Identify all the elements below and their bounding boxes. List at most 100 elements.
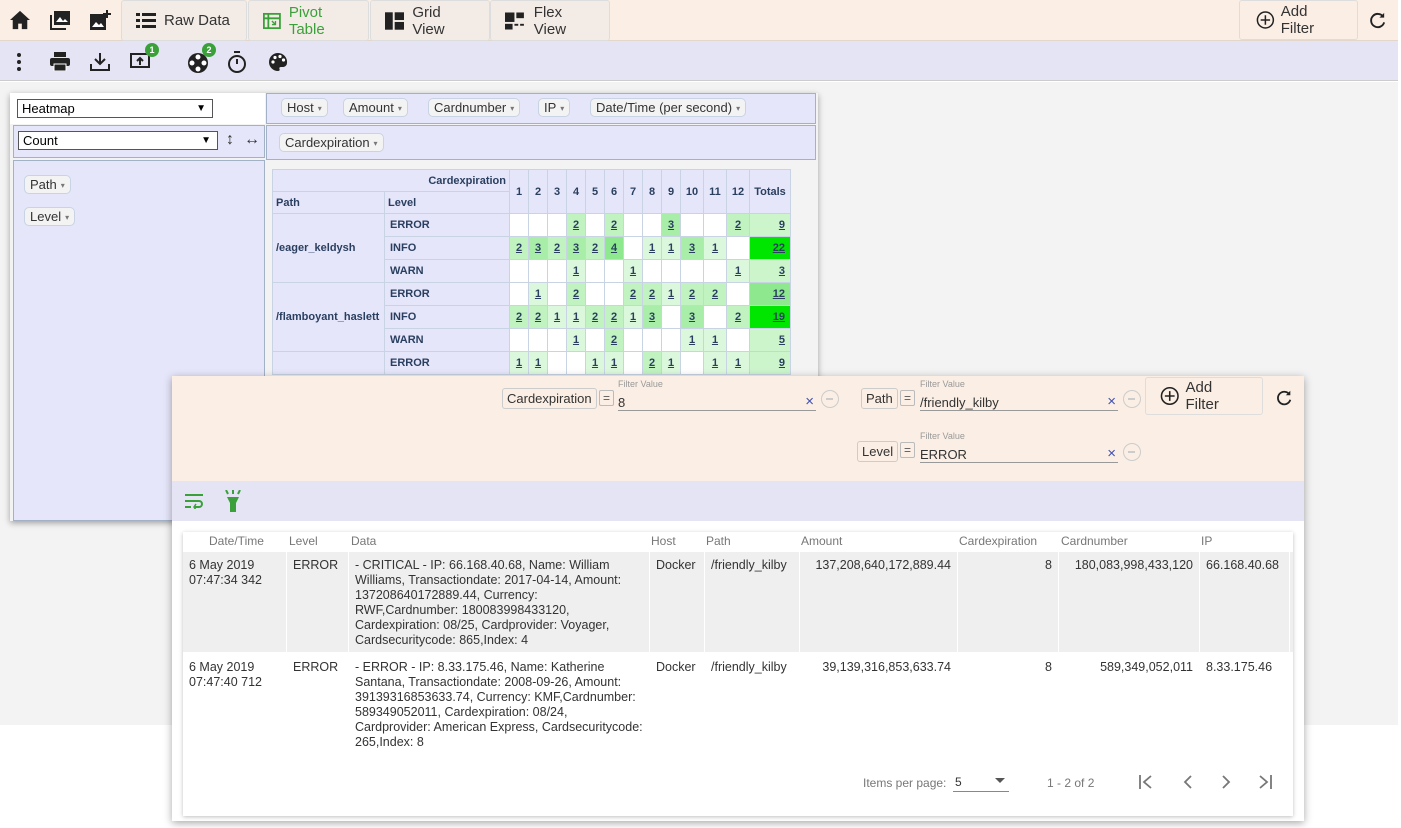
pivot-cell-link[interactable]: 2 xyxy=(712,288,718,300)
pivot-cell-link[interactable]: 1 xyxy=(712,334,718,346)
remove-filter-icon[interactable] xyxy=(1123,443,1141,461)
grid-view-button[interactable]: Grid View xyxy=(370,0,490,41)
pivot-cell[interactable]: 1 xyxy=(585,351,605,375)
pivot-cell-link[interactable]: 1 xyxy=(668,242,674,254)
pivot-cell[interactable] xyxy=(528,328,548,352)
pivot-cell[interactable]: 1 xyxy=(703,328,727,352)
pivot-cell-link[interactable]: 1 xyxy=(689,334,695,346)
remove-filter-icon[interactable] xyxy=(821,390,839,408)
pivot-cell-link[interactable]: 2 xyxy=(535,311,541,323)
pivot-total-cell[interactable]: 3 xyxy=(749,259,791,283)
pivot-cell[interactable]: 1 xyxy=(623,305,643,329)
pivot-cell[interactable]: 2 xyxy=(642,282,662,306)
pivot-cell[interactable]: 1 xyxy=(661,236,681,260)
pivot-cell-link[interactable]: 1 xyxy=(630,265,636,277)
pivot-total-link[interactable]: 3 xyxy=(779,265,785,277)
pivot-cell[interactable]: 3 xyxy=(642,305,662,329)
pivot-cell[interactable]: 2 xyxy=(547,236,567,260)
col-attr-pill[interactable]: Host ▾ xyxy=(281,98,328,117)
filter-field-level[interactable]: Level xyxy=(857,441,899,462)
col-header-cardnumber[interactable]: Cardnumber xyxy=(1061,534,1128,548)
pivot-cell[interactable] xyxy=(547,259,567,283)
flex-view-button[interactable]: Flex View xyxy=(490,0,610,41)
pivot-cell[interactable]: 2 xyxy=(703,282,727,306)
pivot-cell[interactable] xyxy=(566,351,586,375)
pivot-cell[interactable]: 2 xyxy=(604,305,624,329)
remove-filter-icon[interactable] xyxy=(1123,390,1141,408)
more-vertical-icon[interactable] xyxy=(16,53,22,71)
pivot-cell[interactable] xyxy=(585,282,605,306)
raw-data-view-button[interactable]: Raw Data xyxy=(121,0,247,41)
pivot-cell[interactable]: 1 xyxy=(703,351,727,375)
col-header-amount[interactable]: Amount xyxy=(801,534,842,548)
filter-operator[interactable]: = xyxy=(599,390,615,406)
pivot-total-link[interactable]: 19 xyxy=(773,311,785,323)
pivot-cell[interactable] xyxy=(661,259,681,283)
col-field-pill[interactable]: Cardexpiration ▾ xyxy=(279,133,384,152)
pivot-cell[interactable]: 3 xyxy=(661,213,681,237)
col-attr-pill[interactable]: Date/Time (per second) ▾ xyxy=(590,98,747,117)
pivot-cell-link[interactable]: 1 xyxy=(592,357,598,369)
pivot-total-link[interactable]: 9 xyxy=(779,357,785,369)
pivot-cell[interactable]: 3 xyxy=(680,236,704,260)
col-header-path[interactable]: Path xyxy=(706,534,731,548)
pivot-cell[interactable] xyxy=(509,282,529,306)
images-icon[interactable] xyxy=(49,10,71,30)
next-page-icon[interactable] xyxy=(1218,774,1234,790)
pivot-cell[interactable] xyxy=(661,305,681,329)
pivot-cell[interactable]: 1 xyxy=(661,282,681,306)
pivot-cell[interactable] xyxy=(509,259,529,283)
pivot-cell[interactable] xyxy=(642,259,662,283)
pivot-cell-link[interactable]: 2 xyxy=(611,311,617,323)
pivot-cell-link[interactable]: 3 xyxy=(689,242,695,254)
refresh-icon[interactable] xyxy=(1275,389,1293,407)
pivot-cell[interactable]: 3 xyxy=(566,236,586,260)
pivot-cell[interactable]: 2 xyxy=(566,213,586,237)
sort-cols-icon[interactable]: ↔ xyxy=(244,131,260,149)
pivot-cell[interactable] xyxy=(726,282,750,306)
col-attr-pill[interactable]: Amount ▾ xyxy=(343,98,408,117)
wrap-text-icon[interactable] xyxy=(184,493,204,509)
pivot-cell[interactable] xyxy=(585,213,605,237)
pivot-cell[interactable] xyxy=(528,213,548,237)
pivot-cell-link[interactable]: 1 xyxy=(712,357,718,369)
pivot-cell[interactable]: 2 xyxy=(726,213,750,237)
pivot-cell[interactable] xyxy=(604,282,624,306)
pivot-cell[interactable]: 1 xyxy=(604,351,624,375)
pivot-cell-link[interactable]: 1 xyxy=(535,288,541,300)
pivot-total-cell[interactable]: 9 xyxy=(749,213,791,237)
pivot-cell-link[interactable]: 2 xyxy=(689,288,695,300)
pivot-cell[interactable]: 2 xyxy=(585,305,605,329)
row-attr-pill[interactable]: Path ▾ xyxy=(24,175,71,194)
pivot-cell[interactable]: 2 xyxy=(509,236,529,260)
refresh-icon[interactable] xyxy=(1368,11,1387,30)
pivot-cell[interactable]: 1 xyxy=(726,259,750,283)
pivot-cell[interactable]: 1 xyxy=(661,351,681,375)
pivot-cell-link[interactable]: 2 xyxy=(611,219,617,231)
pivot-cell[interactable] xyxy=(528,259,548,283)
pivot-cell-link[interactable]: 1 xyxy=(573,265,579,277)
pivot-table-view-button[interactable]: Pivot Table xyxy=(248,0,369,41)
pivot-cell-link[interactable]: 2 xyxy=(592,311,598,323)
table-row[interactable]: 6 May 2019 07:47:34 342 ERROR - CRITICAL… xyxy=(183,552,1293,652)
pivot-cell-link[interactable]: 1 xyxy=(573,334,579,346)
pivot-cell[interactable] xyxy=(703,213,727,237)
pivot-cell[interactable] xyxy=(642,213,662,237)
pivot-cell[interactable]: 2 xyxy=(528,305,548,329)
highlight-icon[interactable] xyxy=(224,490,242,512)
pivot-cell[interactable] xyxy=(726,236,750,260)
pivot-cell[interactable]: 3 xyxy=(680,305,704,329)
pivot-cell[interactable] xyxy=(547,282,567,306)
pivot-cell[interactable] xyxy=(547,213,567,237)
pivot-cell[interactable] xyxy=(680,351,704,375)
filter-field-cardexpiration[interactable]: Cardexpiration xyxy=(502,388,597,409)
pivot-cell[interactable] xyxy=(585,328,605,352)
pivot-cell-link[interactable]: 2 xyxy=(735,219,741,231)
col-header-data[interactable]: Data xyxy=(351,534,376,548)
pivot-cell-link[interactable]: 2 xyxy=(573,219,579,231)
col-header-level[interactable]: Level xyxy=(289,534,318,548)
pivot-cell[interactable]: 2 xyxy=(726,305,750,329)
filter-operator[interactable]: = xyxy=(900,442,916,458)
row-attr-pill[interactable]: Level ▾ xyxy=(24,207,76,226)
pivot-cell[interactable]: 1 xyxy=(680,328,704,352)
